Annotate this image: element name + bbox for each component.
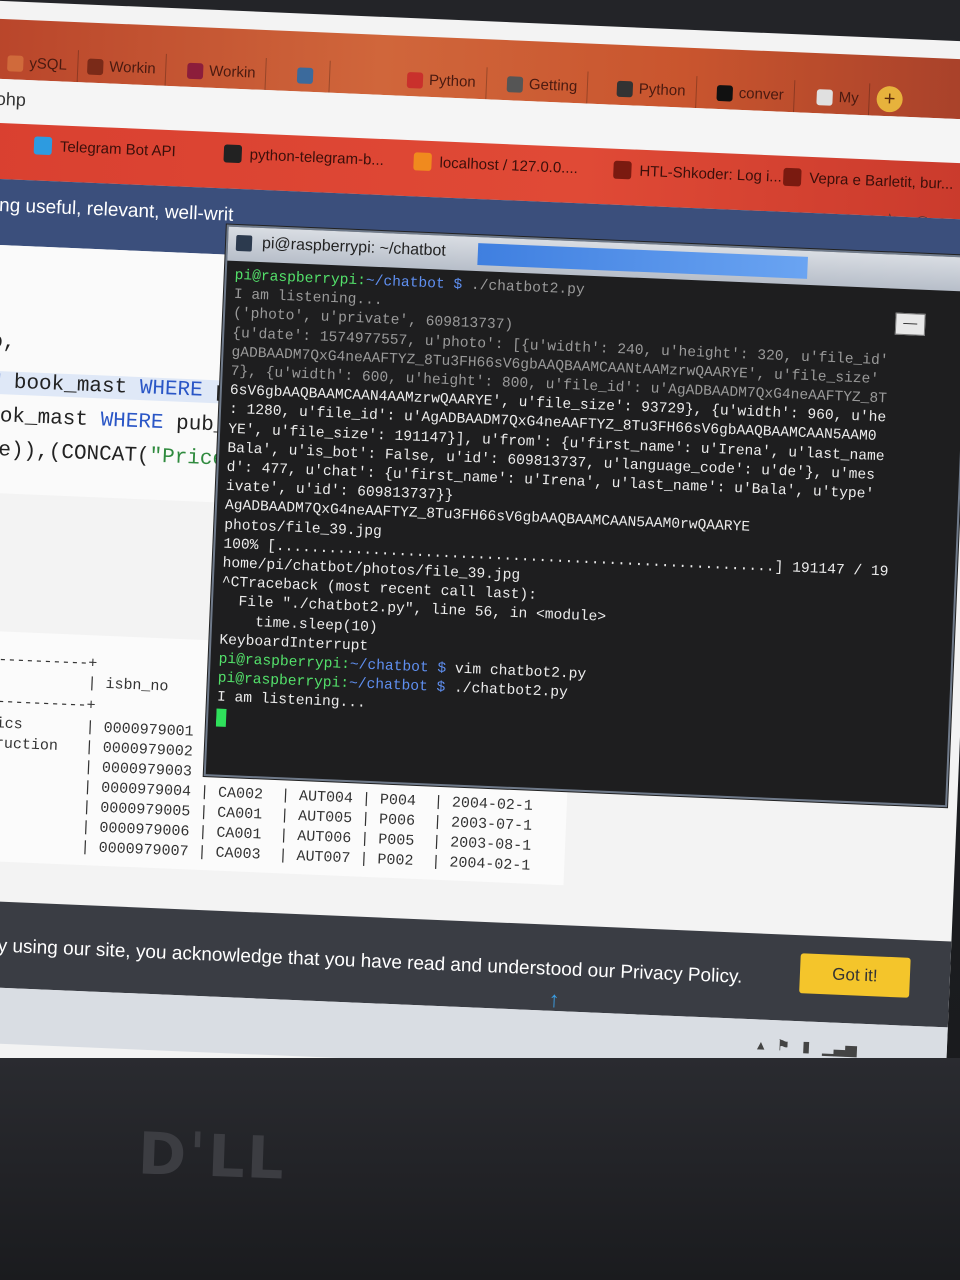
browser-tab[interactable]: Workin: [176, 54, 268, 91]
prompt-path: ~/chatbot $: [348, 676, 455, 697]
bookmark-item[interactable]: Telegram Bot API: [33, 136, 177, 160]
bookmark-label: python-telegram-b...: [249, 145, 385, 169]
tab-label: Workin: [208, 62, 256, 82]
python-icon: [406, 71, 424, 89]
prompt-command: ./chatbot2.py: [453, 680, 569, 702]
bookmark-icon: [782, 167, 802, 187]
system-tray: ▴ ⚑ ▮ ▁▃▅: [757, 1035, 858, 1057]
cookie-text: ds. By using our site, you acknowledge t…: [0, 933, 743, 988]
banner-text: iting useful, relevant, well-writ: [0, 194, 234, 226]
bookmark-item[interactable]: python-telegram-b...: [223, 144, 384, 169]
python-icon: [616, 80, 634, 98]
code-line: no,: [0, 330, 16, 355]
browser-tab[interactable]: Python: [396, 63, 488, 100]
tab-label: Python: [638, 80, 686, 100]
v-icon: [186, 62, 204, 80]
bookmark-item[interactable]: Vepra e Barletit, bur...: [782, 167, 954, 193]
signal-icon[interactable]: ▁▃▅: [822, 1038, 857, 1057]
terminal-window[interactable]: pi@raspberrypi: ~/chatbot — pi@raspberry…: [203, 224, 960, 808]
arrow-up-icon[interactable]: ↑: [548, 987, 560, 1013]
globe-icon: [506, 76, 524, 93]
laptop-screen: ySQL Workin Workin Python Getting Python conve…: [0, 0, 960, 1122]
tab-label: Python: [428, 71, 477, 91]
bookmark-item[interactable]: localhost / 127.0.0....: [413, 152, 578, 177]
browser-tab[interactable]: [286, 58, 331, 93]
bookmark-item[interactable]: HTL-Shkoder: Log i...: [613, 160, 783, 186]
bookmark-label: Vepra e Barletit, bur...: [808, 169, 954, 193]
got-it-button[interactable]: Got it!: [799, 953, 911, 998]
browser-tab[interactable]: Workin: [76, 50, 168, 86]
flag-icon[interactable]: ⚑: [776, 1036, 790, 1055]
new-tab-button[interactable]: +: [876, 85, 904, 113]
bookmark-label: localhost / 127.0.0....: [439, 153, 579, 177]
code-line: book_mast WHERE pub_I: [0, 404, 240, 438]
bookmark-label: Telegram Bot API: [59, 137, 177, 160]
terminal-output[interactable]: pi@raspberrypi:~/chatbot $ ./chatbot2.py…: [214, 267, 960, 801]
browser-tab[interactable]: conver: [706, 76, 796, 113]
dell-logo: DˈLL: [136, 1119, 287, 1193]
tab-label: ySQL: [29, 55, 68, 74]
dg-icon: [86, 58, 104, 76]
bookmark-label: HTL-Shkoder: Log i...: [639, 162, 783, 186]
battery-icon[interactable]: ▮: [802, 1037, 811, 1055]
putty-icon: [235, 234, 253, 252]
browser-tab[interactable]: Getting: [496, 67, 589, 104]
tab-label: Getting: [528, 76, 578, 96]
table-separator: --------------+: [0, 691, 96, 715]
tab-label: conver: [738, 84, 785, 104]
browser-tab[interactable]: ySQL: [0, 46, 79, 83]
code-text: age)),(CONCAT("Price:: [0, 438, 239, 473]
github-icon: [223, 144, 243, 164]
pma-icon: [413, 152, 432, 172]
tab-label: Workin: [108, 58, 157, 78]
table-header: | isbn_no: [87, 675, 169, 696]
terminal-title: pi@raspberrypi: ~/chatbot: [261, 235, 447, 260]
chevron-up-icon[interactable]: ▴: [757, 1035, 765, 1053]
photo-frame: ySQL Workin Workin Python Getting Python conve…: [0, 0, 960, 1280]
mysql-icon: [7, 55, 24, 72]
tab-label: My: [838, 89, 860, 107]
table-separator: --------------+: [0, 649, 98, 673]
background-window-title: [477, 243, 808, 279]
prompt-path: ~/chatbot $: [349, 657, 456, 678]
gfg-icon: [296, 67, 314, 85]
bookmark-icon: [613, 160, 632, 180]
terminal-cursor: [215, 708, 227, 727]
w3-icon: [816, 89, 833, 106]
github-icon: [716, 84, 734, 102]
prompt-command: ./chatbot2.py: [470, 277, 586, 299]
browser-tab[interactable]: Python: [606, 72, 698, 109]
url-text[interactable]: ohp: [0, 89, 26, 111]
prompt-path: ~/chatbot $: [365, 273, 472, 294]
code-text: book_mast WHERE pub_I: [0, 404, 240, 439]
browser-tab[interactable]: My: [806, 80, 871, 116]
laptop-bezel: DˈLL: [0, 1058, 960, 1280]
code-text: OM book_mast WHERE pu: [0, 370, 241, 404]
code-line: age)),(CONCAT("Price:: [0, 438, 238, 472]
telegram-icon: [33, 136, 53, 156]
